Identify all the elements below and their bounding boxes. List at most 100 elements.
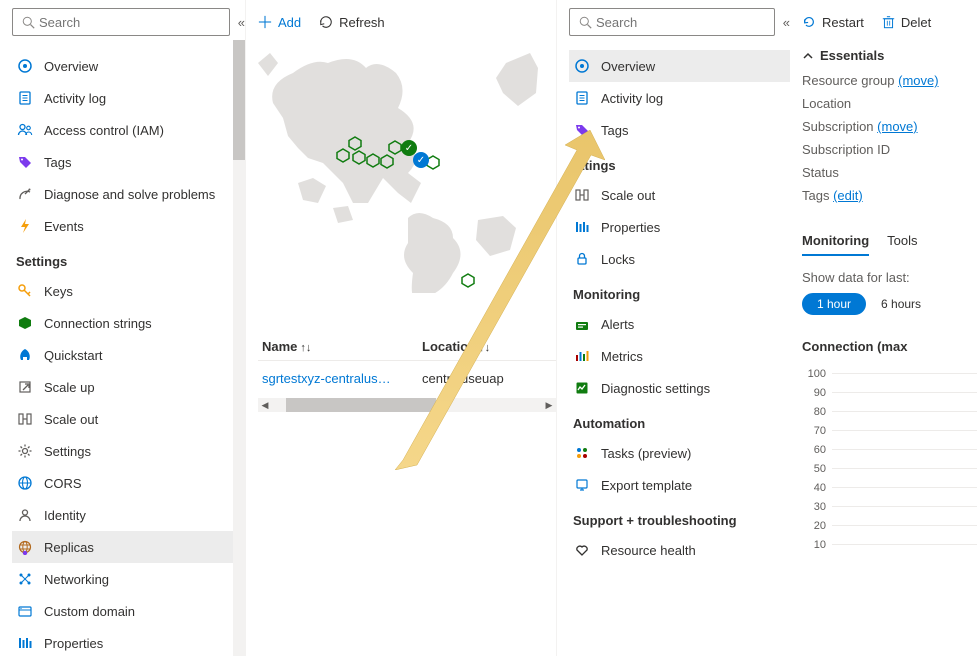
- right-nav-item-diagnostic-settings[interactable]: Diagnostic settings: [569, 372, 790, 404]
- connection-chart: 100908070605040302010: [802, 364, 977, 554]
- left-nav-item-events[interactable]: Events: [12, 210, 245, 242]
- delete-button[interactable]: Delet: [882, 15, 931, 30]
- right-nav-item-alerts[interactable]: Alerts: [569, 308, 790, 340]
- scaleout-icon: [16, 411, 34, 427]
- right-nav-item-locks[interactable]: Locks: [569, 243, 790, 275]
- left-nav-item-connection-strings[interactable]: Connection strings: [12, 307, 245, 339]
- left-nav-item-identity[interactable]: Identity: [12, 499, 245, 531]
- add-button[interactable]: Add: [258, 15, 301, 30]
- left-nav-item-cors[interactable]: CORS: [12, 467, 245, 499]
- y-tick-label: 60: [802, 444, 832, 456]
- left-nav-item-access-control-iam[interactable]: Access control (IAM): [12, 114, 245, 146]
- nav-label: Activity log: [44, 91, 237, 106]
- nav-label: Diagnose and solve problems: [44, 187, 237, 202]
- right-search-input[interactable]: [594, 14, 768, 31]
- left-search-box[interactable]: [12, 8, 230, 36]
- section-support-troubleshooting: Support + troubleshooting: [569, 501, 790, 534]
- nav-label: Tags: [601, 123, 782, 138]
- map-marker-replica: ✓: [413, 152, 429, 168]
- left-nav-item-keys[interactable]: Keys: [12, 275, 245, 307]
- replica-nav: « OverviewActivity logTagsettingsScale o…: [556, 0, 790, 656]
- timerange-pills: 1 hour 6 hours: [802, 293, 977, 315]
- right-search-box[interactable]: [569, 8, 775, 36]
- essentials-toggle[interactable]: Essentials: [802, 48, 977, 63]
- locks-icon: [573, 251, 591, 267]
- settings-icon: [16, 443, 34, 459]
- left-nav-item-replicas[interactable]: Replicas: [12, 531, 245, 563]
- scaleout-icon: [573, 187, 591, 203]
- nav-label: Metrics: [601, 349, 782, 364]
- tab-tools[interactable]: Tools: [887, 233, 917, 256]
- tab-monitoring[interactable]: Monitoring: [802, 233, 869, 256]
- search-icon: [19, 16, 37, 29]
- add-label: Add: [278, 15, 301, 30]
- nav-label: Activity log: [601, 91, 782, 106]
- chart-gridline: 40: [802, 478, 977, 497]
- properties-icon: [16, 635, 34, 651]
- left-nav-item-scale-up[interactable]: Scale up: [12, 371, 245, 403]
- left-nav-item-tags[interactable]: Tags: [12, 146, 245, 178]
- y-tick-label: 10: [802, 539, 832, 551]
- nav-label: Scale out: [44, 412, 237, 427]
- collapse-left-icon[interactable]: «: [238, 15, 245, 30]
- restart-button[interactable]: Restart: [802, 15, 864, 30]
- networking-icon: [16, 571, 34, 587]
- right-nav-item-tasks-preview[interactable]: Tasks (preview): [569, 437, 790, 469]
- left-nav-item-settings[interactable]: Settings: [12, 435, 245, 467]
- scaleup-icon: [16, 379, 34, 395]
- chart-gridline: 10: [802, 535, 977, 554]
- replica-name-link[interactable]: sgrtestxyz-centraluseu…: [262, 371, 392, 386]
- nav-label: Export template: [601, 478, 782, 493]
- nav-label: Identity: [44, 508, 237, 523]
- nav-label: Tasks (preview): [601, 446, 782, 461]
- left-scrollbar[interactable]: [233, 40, 245, 656]
- y-tick-label: 100: [802, 368, 832, 380]
- right-nav-item-properties[interactable]: Properties: [569, 211, 790, 243]
- left-nav-item-quickstart[interactable]: Quickstart: [12, 339, 245, 371]
- chart-gridline: 30: [802, 497, 977, 516]
- right-nav-item-activity-log[interactable]: Activity log: [569, 82, 790, 114]
- essentials-link-move[interactable]: (move): [898, 73, 938, 88]
- right-nav-item-overview[interactable]: Overview: [569, 50, 790, 82]
- section-settings: Settings: [12, 242, 245, 275]
- essentials-link-move[interactable]: (move): [877, 119, 917, 134]
- pill-1hour[interactable]: 1 hour: [802, 293, 866, 315]
- metrics-icon: [573, 348, 591, 364]
- left-nav-item-diagnose-and-solve-problems[interactable]: Diagnose and solve problems: [12, 178, 245, 210]
- nav-label: Replicas: [44, 540, 237, 555]
- left-nav-item-overview[interactable]: Overview: [12, 50, 245, 82]
- show-data-label: Show data for last:: [802, 270, 977, 285]
- right-nav-item-export-template[interactable]: Export template: [569, 469, 790, 501]
- nav-label: Properties: [601, 220, 782, 235]
- y-tick-label: 90: [802, 387, 832, 399]
- right-nav-item-scale-out[interactable]: Scale out: [569, 179, 790, 211]
- tag-icon: [573, 122, 591, 138]
- left-nav-item-activity-log[interactable]: Activity log: [12, 82, 245, 114]
- y-tick-label: 40: [802, 482, 832, 494]
- table-h-scrollbar[interactable]: ◀▶: [258, 398, 556, 412]
- left-search-input[interactable]: [37, 14, 223, 31]
- table-row[interactable]: sgrtestxyz-centraluseu… centraluseuap: [258, 361, 556, 396]
- nav-label: Tags: [44, 155, 237, 170]
- collapse-right-icon[interactable]: «: [783, 15, 790, 30]
- export-icon: [573, 477, 591, 493]
- tasks-icon: [573, 445, 591, 461]
- quickstart-icon: [16, 347, 34, 363]
- essentials-link-edit[interactable]: (edit): [833, 188, 863, 203]
- col-name-header[interactable]: Name↑↓: [262, 339, 392, 354]
- left-nav-item-scale-out[interactable]: Scale out: [12, 403, 245, 435]
- essentials-title: Essentials: [820, 48, 884, 63]
- left-nav-item-properties[interactable]: Properties: [12, 627, 245, 656]
- nav-label: Quickstart: [44, 348, 237, 363]
- right-nav-item-resource-health[interactable]: Resource health: [569, 534, 790, 566]
- pill-6hours[interactable]: 6 hours: [866, 293, 936, 315]
- section-automation: Automation: [569, 404, 790, 437]
- overview-icon: [16, 58, 34, 74]
- refresh-button[interactable]: Refresh: [319, 15, 385, 30]
- left-nav-item-networking[interactable]: Networking: [12, 563, 245, 595]
- left-nav-item-custom-domain[interactable]: Custom domain: [12, 595, 245, 627]
- col-location-header[interactable]: Location↑↓: [422, 339, 552, 354]
- right-nav-item-tags[interactable]: Tags: [569, 114, 790, 146]
- search-icon: [576, 16, 594, 29]
- right-nav-item-metrics[interactable]: Metrics: [569, 340, 790, 372]
